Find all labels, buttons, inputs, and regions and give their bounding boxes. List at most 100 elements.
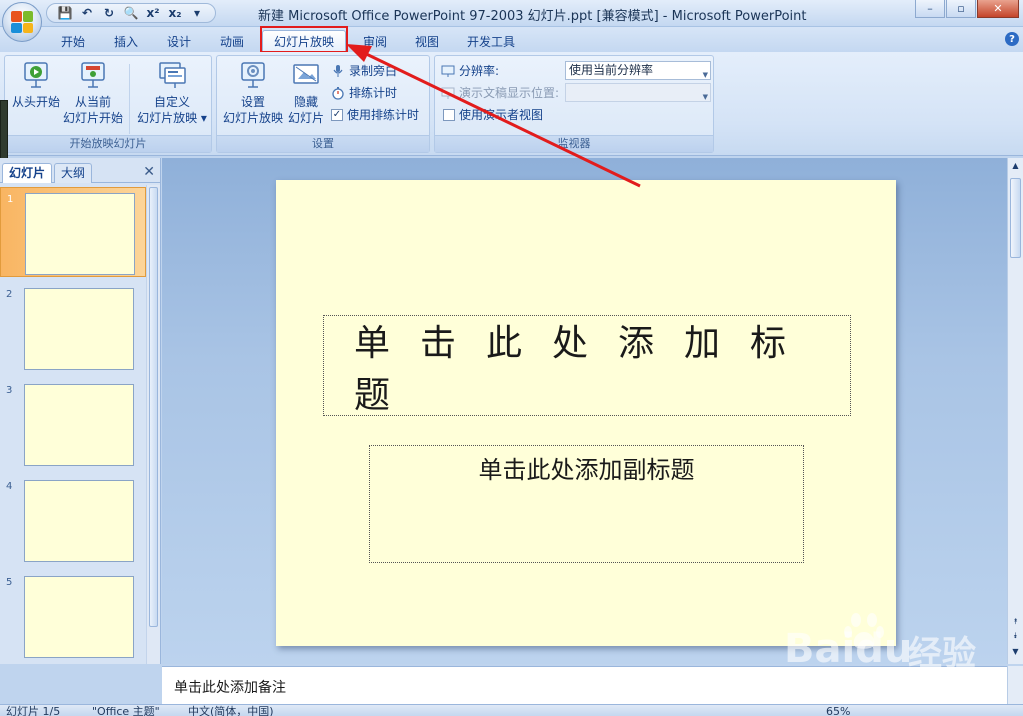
show-on-row: 演示文稿显示位置: — [441, 84, 559, 101]
from-beginning-button[interactable]: 从头开始 — [9, 60, 63, 110]
from-beginning-label: 从头开始 — [11, 95, 60, 109]
tab-insert[interactable]: 插入 — [103, 30, 149, 52]
setup-show-label-2: 幻灯片放映 — [222, 111, 283, 125]
window-controls: – ▫ ✕ — [915, 0, 1019, 18]
slide-number: 1 — [7, 194, 14, 205]
subscript-button[interactable]: x₂ — [165, 4, 185, 22]
presenter-view-checkbox[interactable]: 使用演示者视图 — [443, 106, 543, 123]
from-current-label-1: 从当前 — [74, 95, 111, 109]
tab-design[interactable]: 设计 — [156, 30, 202, 52]
slide-preview — [25, 193, 135, 275]
group-monitors: 分辨率: 使用当前分辨率 ▼ 演示文稿显示位置: ▼ 使用演示者视图 监视器 — [434, 55, 714, 153]
play-from-start-icon — [20, 60, 52, 90]
annotation-highlight-box — [260, 26, 348, 53]
group-label-setup: 设置 — [217, 135, 429, 152]
resolution-row: 分辨率: — [441, 62, 499, 79]
custom-show-label-2: 幻灯片放映 ▾ — [137, 111, 207, 125]
close-icon[interactable]: ✕ — [143, 164, 155, 180]
slide-thumbnails: 1 2 3 4 5 — [0, 185, 146, 664]
slide-thumbnail-1[interactable]: 1 — [0, 187, 146, 277]
resolution-label: 分辨率: — [459, 64, 500, 78]
custom-show-label-1: 自定义 — [153, 95, 190, 109]
tab-view[interactable]: 视图 — [404, 30, 450, 52]
ribbon: 从头开始 从当前 幻灯片开始 自定义 幻灯片放映 ▾ 开始放映幻灯片 设置 幻灯… — [0, 52, 1023, 156]
hide-slide-button[interactable]: 隐藏 幻灯片 — [285, 60, 327, 126]
show-on-label: 演示文稿显示位置: — [459, 86, 560, 100]
tab-developer[interactable]: 开发工具 — [460, 30, 522, 52]
play-from-current-icon — [77, 60, 109, 90]
tab-animations[interactable]: 动画 — [209, 30, 255, 52]
panel-scroll-thumb[interactable] — [149, 187, 158, 627]
restore-button[interactable]: ▫ — [946, 0, 976, 18]
slide-preview — [24, 384, 134, 466]
group-label-start: 开始放映幻灯片 — [5, 135, 211, 152]
slide-count: 幻灯片 1/5 — [6, 705, 61, 716]
hide-slide-label-2: 幻灯片 — [287, 111, 324, 125]
group-label-monitors: 监视器 — [435, 135, 713, 152]
presenter-view-label: 使用演示者视图 — [459, 108, 544, 122]
stopwatch-icon — [331, 86, 345, 100]
use-rehearsed-timings-checkbox[interactable]: ✓ 使用排练计时 — [331, 106, 419, 123]
office-logo-icon — [11, 11, 33, 33]
slide-thumbnail-3[interactable]: 3 — [0, 379, 146, 469]
subtitle-placeholder[interactable]: 单击此处添加副标题 — [369, 445, 804, 563]
show-on-dropdown[interactable]: ▼ — [565, 83, 711, 102]
theme-name: "Office 主题" — [92, 705, 160, 716]
slide-scrollbar[interactable]: ▲ ⯭ ⯯ ▼ — [1007, 158, 1023, 664]
resolution-value: 使用当前分辨率 — [569, 63, 654, 77]
slide-thumbnail-2[interactable]: 2 — [0, 283, 146, 373]
zoom-level[interactable]: 65% — [826, 706, 850, 716]
customize-qat-icon[interactable]: ▾ — [187, 4, 207, 22]
presenter-view-check[interactable] — [443, 108, 455, 121]
slide-thumbnail-4[interactable]: 4 — [0, 475, 146, 565]
watermark-url: jingyan.baidu.com — [788, 672, 936, 691]
title-placeholder[interactable]: 单击此处添加标题 — [323, 315, 851, 416]
close-button[interactable]: ✕ — [977, 0, 1019, 18]
slides-panel: 幻灯片 大纲 ✕ 1 2 3 4 5 — [0, 158, 161, 664]
dropdown-arrow-icon: ▼ — [702, 93, 708, 101]
tab-slides[interactable]: 幻灯片 — [2, 163, 53, 183]
minimize-button[interactable]: – — [915, 0, 945, 18]
slide-thumbnail-5[interactable]: 5 — [0, 571, 146, 661]
superscript-button[interactable]: x² — [143, 4, 163, 22]
panel-tabs: 幻灯片 大纲 ✕ — [0, 161, 161, 183]
scroll-up-icon[interactable]: ▲ — [1010, 160, 1021, 172]
use-rehearsed-timings-label: 使用排练计时 — [347, 108, 420, 122]
from-current-button[interactable]: 从当前 幻灯片开始 — [61, 60, 125, 126]
tab-home[interactable]: 开始 — [50, 30, 96, 52]
title-bar: 💾 ↶ ↻ 🔍 x² x₂ ▾ 新建 Microsoft Office Powe… — [0, 0, 1023, 27]
resolution-icon — [441, 64, 455, 78]
save-icon[interactable]: 💾 — [55, 4, 75, 22]
slide-number: 3 — [6, 385, 13, 396]
resolution-dropdown[interactable]: 使用当前分辨率 ▼ — [565, 61, 711, 80]
group-setup: 设置 幻灯片放映 隐藏 幻灯片 录制旁白 排练计时 ✓ 使用排练计时 设置 — [216, 55, 430, 153]
record-narration-button[interactable]: 录制旁白 — [331, 62, 397, 79]
window-title: 新建 Microsoft Office PowerPoint 97-2003 幻… — [258, 9, 807, 24]
tab-review[interactable]: 审阅 — [352, 30, 398, 52]
setup-show-icon — [237, 60, 269, 90]
setup-show-label-1: 设置 — [240, 95, 265, 109]
slide-preview — [24, 288, 134, 370]
panel-scrollbar[interactable] — [146, 185, 160, 664]
hide-slide-label-1: 隐藏 — [293, 95, 318, 109]
group-start-slide-show: 从头开始 从当前 幻灯片开始 自定义 幻灯片放映 ▾ 开始放映幻灯片 — [4, 55, 212, 153]
custom-slide-show-button[interactable]: 自定义 幻灯片放映 ▾ — [135, 60, 209, 126]
quick-access-toolbar: 💾 ↶ ↻ 🔍 x² x₂ ▾ — [46, 3, 216, 23]
use-rehearsed-check[interactable]: ✓ — [331, 108, 343, 121]
rehearse-timings-button[interactable]: 排练计时 — [331, 84, 397, 101]
microphone-icon — [331, 64, 345, 78]
help-icon[interactable]: ? — [1005, 32, 1019, 46]
rehearse-timings-label: 排练计时 — [349, 86, 398, 100]
slide-preview — [24, 480, 134, 562]
tab-outline[interactable]: 大纲 — [54, 163, 93, 183]
language: 中文(简体，中国) — [188, 705, 274, 716]
slide-preview — [24, 576, 134, 658]
setup-slide-show-button[interactable]: 设置 幻灯片放映 — [221, 60, 285, 126]
slide-scroll-thumb[interactable] — [1010, 178, 1021, 258]
side-indicator — [0, 100, 8, 160]
hide-slide-icon — [290, 60, 322, 90]
office-button[interactable] — [2, 2, 42, 42]
print-preview-icon[interactable]: 🔍 — [121, 4, 141, 22]
redo-icon[interactable]: ↻ — [99, 4, 119, 22]
undo-icon[interactable]: ↶ — [77, 4, 97, 22]
